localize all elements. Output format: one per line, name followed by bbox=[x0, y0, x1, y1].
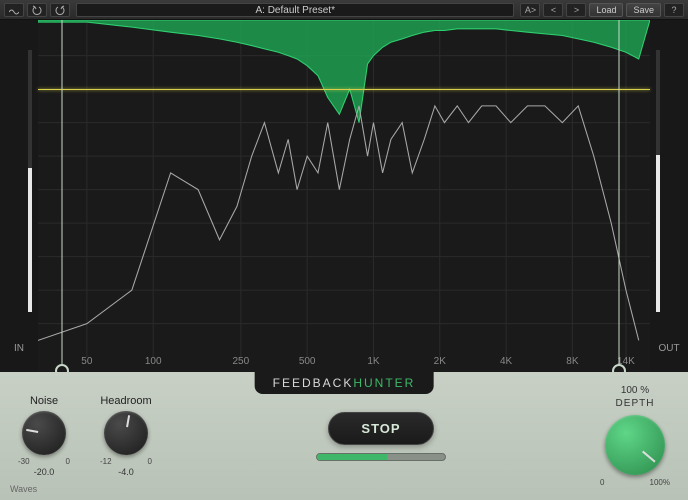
headroom-min: -12 bbox=[100, 457, 112, 466]
spectrum-graph[interactable]: 501002505001K2K4K8K14K bbox=[38, 20, 650, 372]
waves-menu-icon[interactable] bbox=[4, 3, 24, 17]
input-meter-label: IN bbox=[14, 343, 24, 354]
noise-knob[interactable] bbox=[22, 411, 66, 455]
compare-ab-icon[interactable]: A> bbox=[520, 3, 540, 17]
freq-tick: 500 bbox=[299, 356, 316, 367]
headroom-label: Headroom bbox=[100, 395, 151, 407]
next-preset-icon[interactable]: > bbox=[566, 3, 586, 17]
headroom-control: Headroom -12 0 -4.0 bbox=[100, 395, 152, 477]
depth-knob[interactable] bbox=[605, 415, 665, 475]
frequency-axis: 501002505001K2K4K8K14K bbox=[38, 356, 650, 370]
progress-bar bbox=[316, 453, 446, 461]
freq-tick: 1K bbox=[367, 356, 379, 367]
noise-label: Noise bbox=[30, 395, 58, 407]
plugin-header: A: Default Preset* A> < > Load Save ? bbox=[0, 0, 688, 20]
low-range-line bbox=[62, 20, 63, 364]
depth-label: DEPTH bbox=[616, 398, 655, 409]
output-meter-label: OUT bbox=[658, 343, 679, 354]
high-range-line bbox=[619, 20, 620, 364]
save-button[interactable]: Save bbox=[626, 3, 661, 17]
freq-tick: 4K bbox=[500, 356, 512, 367]
threshold-line[interactable] bbox=[38, 89, 650, 90]
preset-selector[interactable]: A: Default Preset* bbox=[76, 3, 514, 17]
logo-part1: FEEDBACK bbox=[273, 376, 354, 390]
logo-part2: HUNTER bbox=[353, 376, 415, 390]
depth-control: 100 % DEPTH 0 100% bbox=[600, 385, 670, 487]
stop-button[interactable]: STOP bbox=[328, 412, 433, 445]
brand-logo: Waves bbox=[10, 484, 37, 494]
noise-control: Noise -30 0 -20.0 bbox=[18, 395, 70, 477]
freq-tick: 2K bbox=[434, 356, 446, 367]
controls-panel: FEEDBACKHUNTER Noise -30 0 -20.0 Headroom… bbox=[0, 372, 688, 500]
analyzer-area: IN 501002505001K2K4K8K14K -2-4-6-8-10-12… bbox=[0, 20, 688, 372]
headroom-value: -4.0 bbox=[118, 467, 134, 477]
output-meter-column: -2-4-6-8-10-12-14-16-18 OUT bbox=[650, 20, 688, 372]
headroom-knob[interactable] bbox=[104, 411, 148, 455]
help-icon[interactable]: ? bbox=[664, 3, 684, 17]
transport-column: STOP bbox=[182, 412, 580, 461]
freq-tick: 50 bbox=[81, 356, 92, 367]
noise-value: -20.0 bbox=[34, 467, 55, 477]
redo-icon[interactable] bbox=[50, 3, 70, 17]
depth-max: 100% bbox=[650, 478, 670, 487]
noise-max: 0 bbox=[66, 457, 70, 466]
plugin-title: FEEDBACKHUNTER bbox=[255, 372, 434, 394]
freq-tick: 100 bbox=[145, 356, 162, 367]
input-meter bbox=[28, 50, 32, 312]
load-button[interactable]: Load bbox=[589, 3, 623, 17]
depth-value: 100 % bbox=[621, 385, 649, 396]
freq-tick: 8K bbox=[566, 356, 578, 367]
prev-preset-icon[interactable]: < bbox=[543, 3, 563, 17]
noise-min: -30 bbox=[18, 457, 30, 466]
output-meter bbox=[656, 50, 660, 312]
undo-icon[interactable] bbox=[27, 3, 47, 17]
depth-min: 0 bbox=[600, 478, 604, 487]
input-meter-column: IN bbox=[0, 20, 38, 372]
headroom-max: 0 bbox=[148, 457, 152, 466]
freq-tick: 250 bbox=[233, 356, 250, 367]
